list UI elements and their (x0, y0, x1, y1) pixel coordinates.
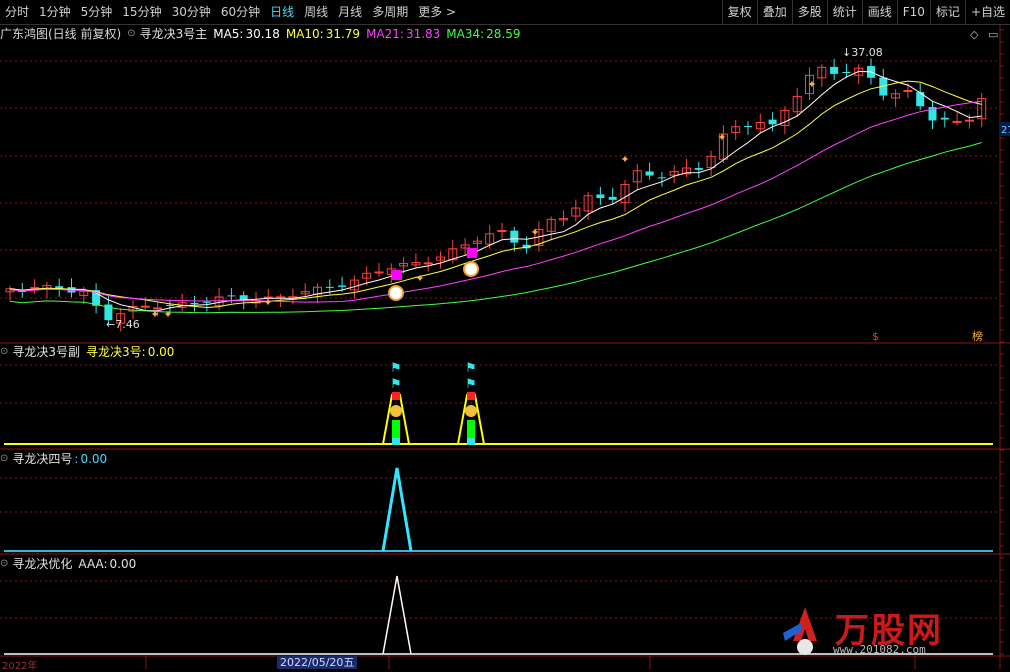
sub1-cyan-bar (467, 438, 475, 445)
kline-chart[interactable]: ↓37.08←7.4627$榜✦✦✦✦✦✦✦✦⚑⚑⚑⚑◇▭ (0, 0, 1010, 669)
person-marker-icon: ✦ (530, 226, 539, 239)
person-marker-icon: ✦ (150, 308, 159, 321)
year-label: 2022年 (2, 661, 38, 672)
person-marker-icon: ✦ (620, 153, 629, 166)
candle-body-down (744, 126, 752, 128)
ma21-line (9, 100, 982, 303)
ma34-label: MA34: (446, 27, 485, 41)
ma10-value: 31.79 (325, 27, 361, 41)
diamond-icon: ◇ (970, 28, 979, 41)
dragon-flag-icon: ⚑ (465, 377, 477, 392)
window-icon: ▭ (988, 28, 998, 41)
collapse-icon[interactable]: ⊙ (0, 555, 8, 573)
dragon-flag-icon: ⚑ (465, 361, 477, 376)
candle-body-up (497, 230, 507, 233)
sub3-value: 0.00 (109, 557, 137, 571)
dragon-flag-icon: ⚑ (390, 377, 402, 392)
collapse-icon[interactable]: ⊙ (0, 450, 8, 468)
buy-signal-icon (463, 261, 479, 277)
sub2-value-label: : (74, 452, 79, 466)
candle-body-down (830, 66, 839, 74)
dragon-flag-icon: ⚑ (390, 361, 402, 376)
sub1-name[interactable]: 寻龙决3号副 (12, 343, 80, 361)
ma5-label: MA5: (213, 27, 244, 41)
sub2-value: 0.00 (80, 452, 108, 466)
watermark-logo-icon (783, 607, 817, 655)
candle-body-down (165, 304, 174, 306)
candle-body-down (325, 286, 334, 288)
sub2-header: ⊙ 寻龙决四号 : 0.00 (0, 450, 113, 468)
buy-signal-icon (388, 285, 404, 301)
candle-body-down (338, 285, 347, 287)
signal-square (392, 270, 402, 280)
candle-body-down (596, 194, 605, 199)
person-marker-icon: ✦ (415, 272, 424, 285)
money-bag-icon (390, 405, 402, 417)
candle-body-down (202, 301, 211, 303)
stock-title: 广东鸿图(日线 前复权) (0, 27, 122, 41)
watermark: 万股网 www.201082.com (775, 601, 1000, 661)
candle-body-down (510, 230, 519, 243)
sub1-value: 0.00 (147, 345, 175, 359)
candle-body-up (140, 305, 150, 308)
sub1-header: ⊙ 寻龙决3号副 寻龙决3号: 0.00 (0, 343, 180, 361)
candle-body-down (227, 295, 236, 297)
ma34-line (9, 142, 982, 314)
candle-body-up (964, 119, 974, 122)
main-panel-header: 广东鸿图(日线 前复权) ⊙ 寻龙决3号主 MA5: 30.18 MA10: 3… (0, 25, 527, 43)
person-marker-icon: ✦ (163, 308, 172, 321)
candle-body-up (952, 120, 962, 123)
money-bag-icon (465, 405, 477, 417)
watermark-url: www.201082.com (833, 643, 926, 656)
collapse-icon[interactable]: ⊙ (127, 25, 135, 43)
bang-marker: 榜 (972, 329, 983, 343)
candle-body-down (190, 302, 199, 305)
cursor-date-label: 2022/05/20五 (277, 656, 358, 669)
candle-body-up (374, 271, 384, 274)
sub1-red-bar (467, 392, 475, 400)
person-marker-icon: ✦ (263, 296, 272, 309)
sub1-red-bar (392, 392, 400, 400)
ma5-value: 30.18 (245, 27, 280, 41)
candle-body-down (842, 72, 851, 74)
candle-body-down (940, 117, 949, 120)
person-marker-icon: ✦ (807, 78, 816, 91)
candle-body-up (30, 287, 40, 290)
low-price-label: ←7.46 (106, 318, 140, 331)
person-marker-icon: ✦ (717, 131, 726, 144)
candle-body-up (423, 262, 433, 265)
price-tag: 27 (1001, 125, 1010, 136)
candle-body-up (903, 89, 913, 92)
ma21-value: 31.83 (405, 27, 441, 41)
sub1-green-bar (392, 420, 400, 438)
ma34-value: 28.59 (486, 27, 521, 41)
sub3-name[interactable]: 寻龙决优化 (12, 555, 72, 573)
candle-body-down (645, 171, 654, 176)
main-indicator-name[interactable]: 寻龙决3号主 (140, 25, 208, 43)
candle-body-down (657, 177, 666, 179)
high-price-label: ↓37.08 (842, 46, 883, 59)
ma10-label: MA10: (285, 27, 324, 41)
sub2-name[interactable]: 寻龙决四号 (12, 450, 72, 468)
sub1-green-bar (467, 420, 475, 438)
s-marker: $ (872, 330, 879, 343)
ma21-label: MA21: (366, 27, 404, 41)
candle-body-down (608, 196, 617, 200)
sub1-cyan-bar (392, 438, 400, 445)
collapse-icon[interactable]: ⊙ (0, 343, 8, 361)
candle-body-down (694, 168, 703, 170)
sub3-spike (382, 575, 412, 655)
sub3-header: ⊙ 寻龙决优化 AAA: 0.00 (0, 555, 142, 573)
sub3-value-label: AAA: (78, 557, 108, 571)
candle-body-down (768, 119, 777, 125)
signal-square (467, 248, 477, 258)
sub2-spike (381, 467, 413, 552)
sub1-value-label: 寻龙决3号: (86, 345, 146, 359)
